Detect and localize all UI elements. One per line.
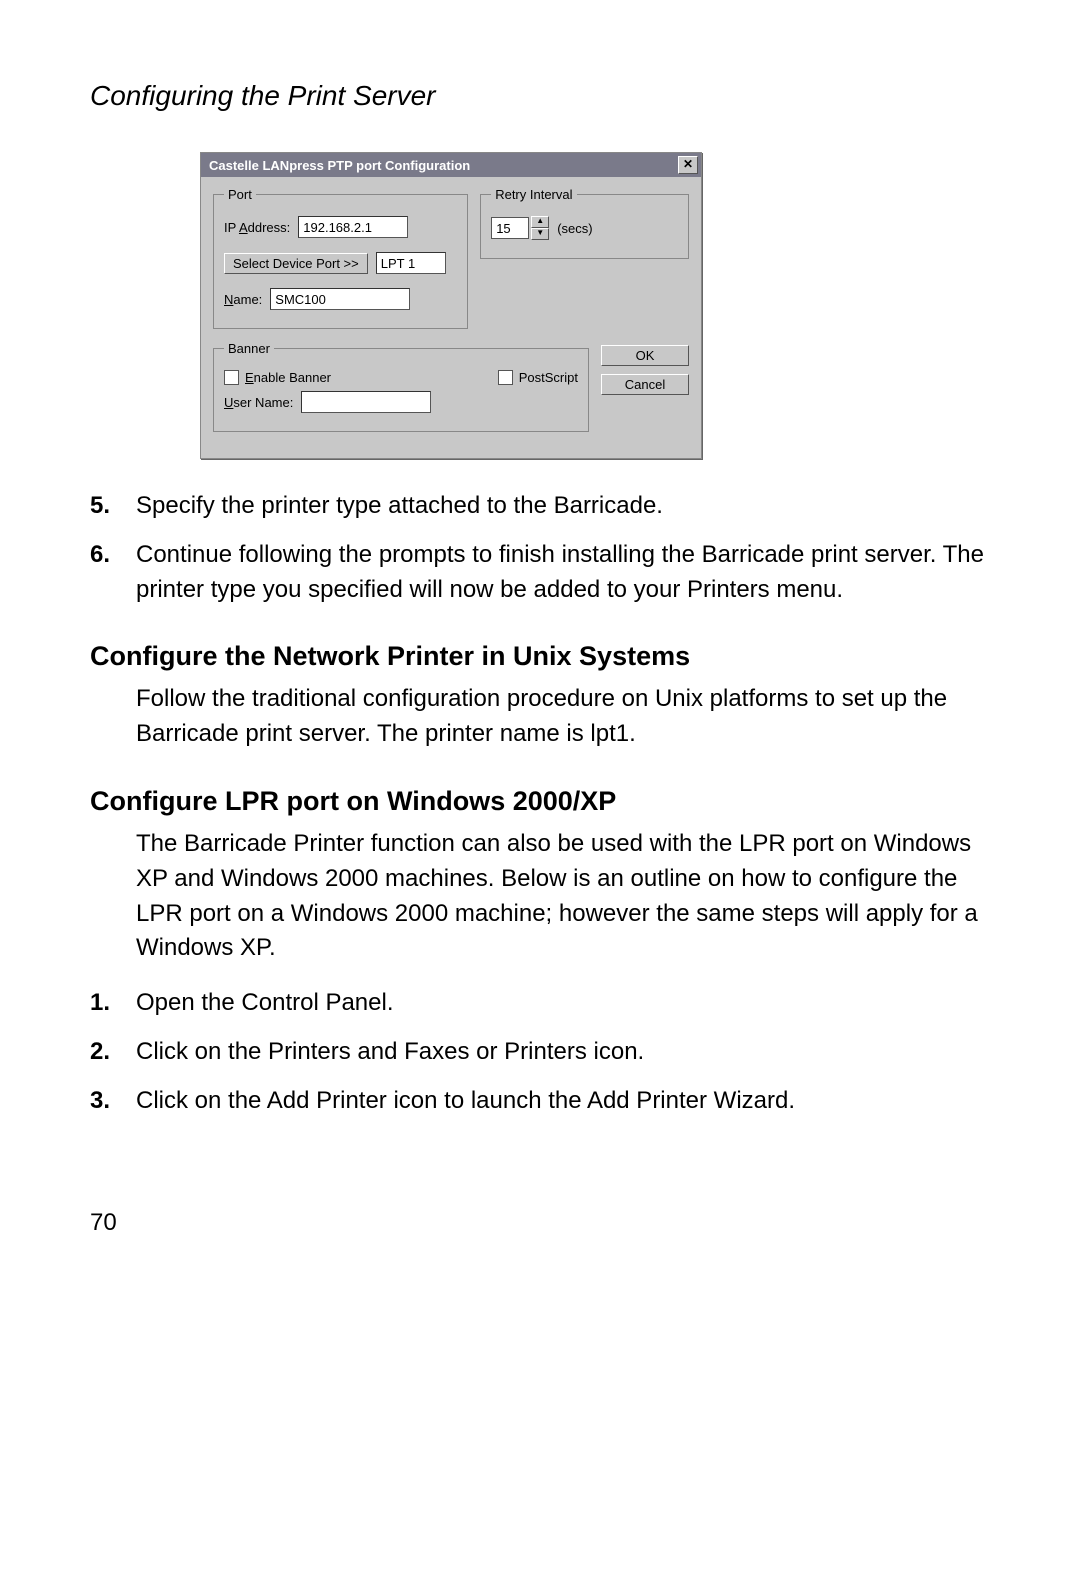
port-group: Port IP Address: Select Device Port >> — [213, 187, 468, 329]
section-body-lpr: The Barricade Printer function can also … — [136, 827, 990, 966]
banner-group: Banner Enable Banner PostScript — [213, 341, 589, 432]
user-post: ser Name: — [233, 395, 293, 410]
list-item: 6. Continue following the prompts to fin… — [90, 538, 990, 608]
step-text: Click on the Add Printer icon to launch … — [136, 1084, 795, 1119]
name-label-post: ame: — [233, 292, 262, 307]
user-u: U — [224, 395, 233, 410]
retry-interval-input[interactable] — [491, 217, 529, 239]
retry-legend: Retry Interval — [491, 187, 576, 202]
ip-label-pre: IP — [224, 220, 239, 235]
steps-list-a: 5. Specify the printer type attached to … — [90, 489, 990, 607]
step-text: Click on the Printers and Faxes or Print… — [136, 1035, 644, 1070]
user-name-label: User Name: — [224, 395, 293, 410]
ip-label-post: ddress: — [248, 220, 291, 235]
step-text: Continue following the prompts to finish… — [136, 538, 990, 608]
section-body-unix: Follow the traditional configuration pro… — [136, 682, 990, 752]
ok-button[interactable]: OK — [601, 345, 689, 366]
retry-interval-group: Retry Interval ▲ ▼ (secs) — [480, 187, 689, 259]
page-header: Configuring the Print Server — [90, 80, 990, 112]
cancel-button[interactable]: Cancel — [601, 374, 689, 395]
page-number: 70 — [90, 1209, 990, 1237]
list-item: 2. Click on the Printers and Faxes or Pr… — [90, 1035, 990, 1070]
list-item: 5. Specify the printer type attached to … — [90, 489, 990, 524]
checkbox-icon — [498, 370, 513, 385]
enable-banner-checkbox[interactable]: Enable Banner — [224, 370, 331, 385]
step-number: 3. — [90, 1084, 136, 1119]
postscript-label: PostScript — [519, 370, 578, 385]
step-number: 1. — [90, 986, 136, 1021]
ip-address-input[interactable] — [298, 216, 408, 238]
name-input[interactable] — [270, 288, 410, 310]
spinner-up-icon[interactable]: ▲ — [531, 216, 549, 228]
list-item: 1. Open the Control Panel. — [90, 986, 990, 1021]
step-text: Specify the printer type attached to the… — [136, 489, 663, 524]
section-heading-unix: Configure the Network Printer in Unix Sy… — [90, 641, 990, 672]
checkbox-icon — [224, 370, 239, 385]
step-text: Open the Control Panel. — [136, 986, 394, 1021]
banner-legend: Banner — [224, 341, 274, 356]
steps-list-b: 1. Open the Control Panel. 2. Click on t… — [90, 986, 990, 1118]
dialog-title: Castelle LANpress PTP port Configuration — [209, 158, 470, 173]
step-number: 5. — [90, 489, 136, 524]
retry-unit: (secs) — [557, 221, 592, 236]
device-port-input[interactable] — [376, 252, 446, 274]
enable-u: E — [245, 370, 254, 385]
postscript-checkbox[interactable]: PostScript — [498, 370, 578, 385]
retry-interval-spinner[interactable]: ▲ ▼ — [491, 216, 549, 240]
enable-post: nable Banner — [254, 370, 331, 385]
list-item: 3. Click on the Add Printer icon to laun… — [90, 1084, 990, 1119]
config-dialog: Castelle LANpress PTP port Configuration… — [200, 152, 702, 459]
user-name-input[interactable] — [301, 391, 431, 413]
dialog-titlebar: Castelle LANpress PTP port Configuration… — [201, 153, 701, 177]
port-legend: Port — [224, 187, 256, 202]
section-heading-lpr: Configure LPR port on Windows 2000/XP — [90, 786, 990, 817]
ip-label-u: A — [239, 220, 248, 235]
ip-address-label: IP Address: — [224, 220, 290, 235]
step-number: 6. — [90, 538, 136, 608]
select-device-port-button[interactable]: Select Device Port >> — [224, 253, 368, 274]
step-number: 2. — [90, 1035, 136, 1070]
name-label-u: N — [224, 292, 233, 307]
spinner-down-icon[interactable]: ▼ — [531, 228, 549, 240]
name-label: Name: — [224, 292, 262, 307]
close-icon[interactable]: ✕ — [678, 156, 698, 174]
